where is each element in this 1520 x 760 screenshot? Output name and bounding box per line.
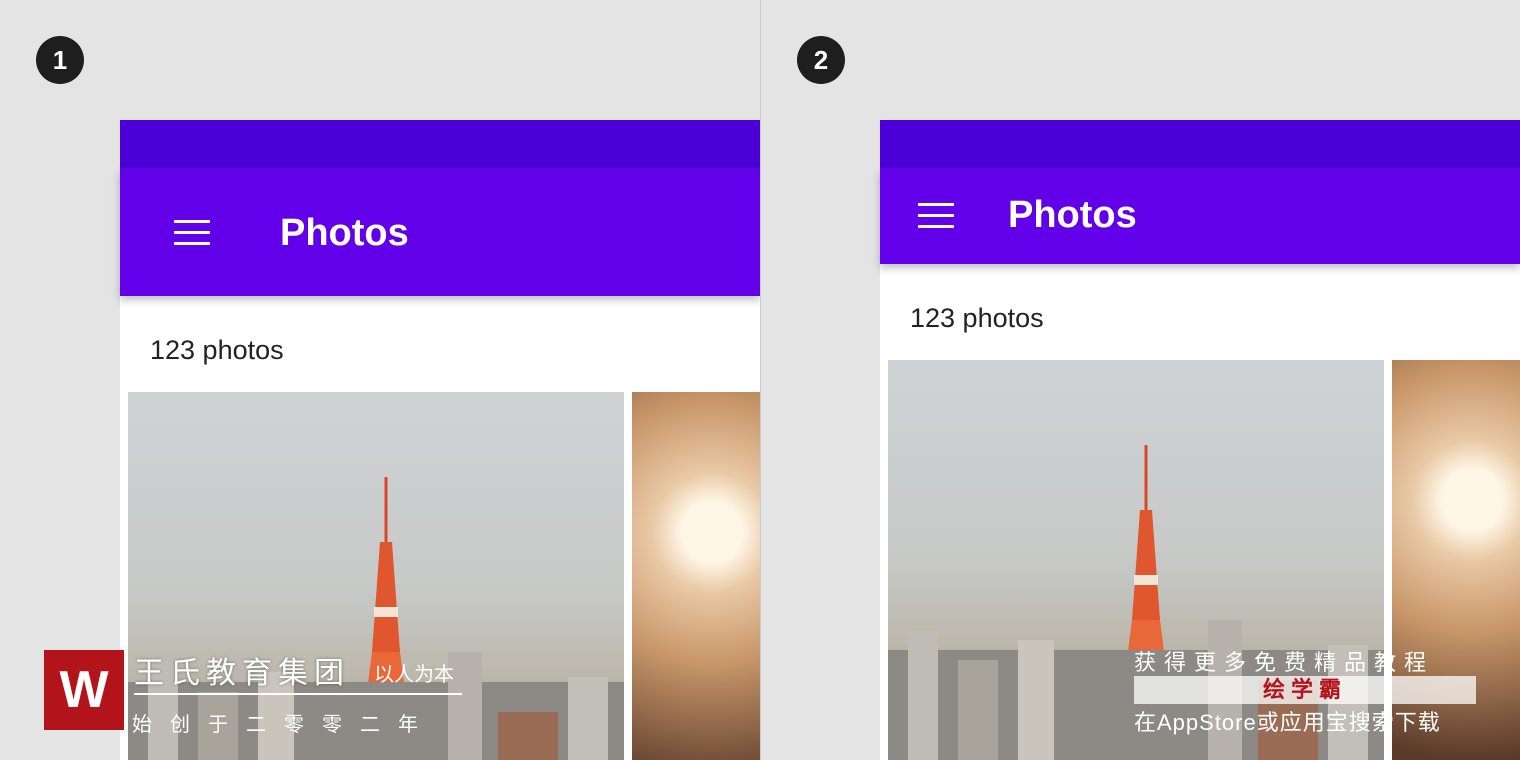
status-bar bbox=[880, 120, 1520, 168]
watermark-rule bbox=[134, 693, 462, 695]
watermark-name: 王氏教育集团 bbox=[134, 657, 350, 690]
app-title: Photos bbox=[280, 212, 409, 254]
menu-icon[interactable] bbox=[174, 220, 210, 246]
watermark-left: W 王氏教育集团 以人为本 始创于二零零二年 bbox=[44, 650, 484, 736]
menu-icon[interactable] bbox=[918, 203, 954, 229]
app-title: Photos bbox=[1008, 194, 1137, 236]
status-bar bbox=[120, 120, 760, 168]
watermark-logo: W bbox=[44, 650, 124, 730]
photo-people[interactable] bbox=[632, 392, 760, 760]
watermark-motto: 以人为本 bbox=[374, 664, 454, 686]
watermark-sub: 始创于二零零二年 bbox=[132, 714, 436, 736]
watermark-line-1: 获得更多免费精品教程 bbox=[1134, 650, 1435, 675]
step-badge: 2 bbox=[797, 36, 845, 84]
step-badge: 1 bbox=[36, 36, 84, 84]
watermark-line-3: 在AppStore或应用宝搜索下载 bbox=[1134, 710, 1441, 735]
watermark-line-2: 绘学霸 bbox=[1134, 676, 1476, 704]
app-bar: Photos bbox=[880, 168, 1520, 264]
photo-count: 123 photos bbox=[910, 303, 1044, 333]
panel-step-1: 1 Photos 123 photos bbox=[0, 0, 760, 760]
watermark-right: 获得更多免费精品教程 绘学霸 在AppStore或应用宝搜索下载 bbox=[1134, 645, 1478, 735]
photo-count: 123 photos bbox=[150, 335, 284, 365]
app-bar: Photos bbox=[120, 168, 760, 296]
